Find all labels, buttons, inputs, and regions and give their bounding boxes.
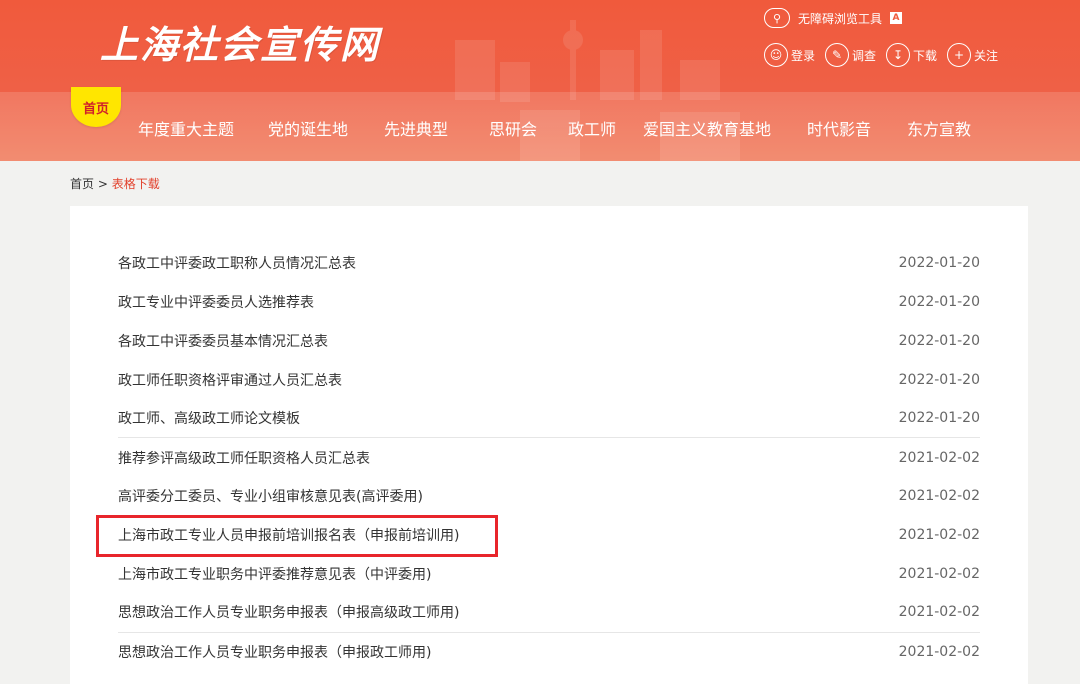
- plus-icon: +: [947, 43, 972, 67]
- nav-item-eastern-education[interactable]: 东方宣教: [907, 116, 971, 140]
- list-item: 各政工中评委政工职称人员情况汇总表 2022-01-20: [118, 244, 980, 282]
- accessibility-badge: A: [890, 12, 903, 24]
- list-item: 上海市政工专业职务中评委推荐意见表（中评委用) 2021-02-02: [118, 555, 980, 593]
- nav-item-era-media[interactable]: 时代影音: [807, 116, 871, 140]
- list-item-title[interactable]: 各政工中评委委员基本情况汇总表: [118, 331, 328, 351]
- survey-link[interactable]: ✎ 调查: [825, 43, 876, 67]
- download-list-panel: 各政工中评委政工职称人员情况汇总表 2022-01-20 政工专业中评委委员人选…: [70, 206, 1028, 684]
- utility-links: ☺ 登录 ✎ 调查 ↧ 下载 + 关注: [764, 43, 1002, 67]
- nav-item-political-worker[interactable]: 政工师: [568, 116, 616, 140]
- list-item-title[interactable]: 上海市政工专业职务中评委推荐意见表（中评委用): [118, 564, 431, 584]
- follow-label: 关注: [974, 48, 999, 63]
- download-icon: ↧: [886, 43, 911, 67]
- list-item-date: 2022-01-20: [898, 294, 980, 310]
- nav-item-annual-theme[interactable]: 年度重大主题: [138, 116, 234, 140]
- site-logo[interactable]: 上海社会宣传网: [100, 14, 380, 69]
- breadcrumb-home[interactable]: 首页: [70, 177, 94, 191]
- breadcrumb-separator: >: [97, 177, 108, 191]
- search-icon[interactable]: ⚲: [764, 8, 790, 28]
- nav-item-research-society[interactable]: 思研会: [489, 116, 537, 140]
- list-item-title[interactable]: 推荐参评高级政工师任职资格人员汇总表: [118, 448, 370, 468]
- list-item-date: 2021-02-02: [898, 566, 980, 582]
- list-item-date: 2021-02-02: [898, 450, 980, 466]
- list-item: 各政工中评委委员基本情况汇总表 2022-01-20: [118, 322, 980, 360]
- list-item-title[interactable]: 政工专业中评委委员人选推荐表: [118, 292, 314, 312]
- download-label: 下载: [913, 48, 938, 63]
- list-item-date: 2022-01-20: [898, 372, 980, 388]
- list-divider: [118, 437, 980, 438]
- list-item-title[interactable]: 思想政治工作人员专业职务申报表（申报政工师用): [118, 642, 431, 662]
- list-item: 思想政治工作人员专业职务申报表（申报政工师用) 2021-02-02: [118, 633, 980, 671]
- list-item-date: 2021-02-02: [898, 644, 980, 660]
- login-link[interactable]: ☺ 登录: [764, 43, 815, 67]
- list-item-title[interactable]: 政工师、高级政工师论文模板: [118, 408, 300, 428]
- list-item-date: 2021-02-02: [898, 527, 980, 543]
- highlight-annotation-box: [96, 515, 498, 557]
- list-item: 思想政治工作人员专业职务申报表（申报高级政工师用) 2021-02-02: [118, 593, 980, 631]
- nav-item-patriotic-base[interactable]: 爱国主义教育基地: [643, 116, 771, 140]
- list-item-date: 2022-01-20: [898, 410, 980, 426]
- accessibility-tool[interactable]: ⚲ 无障碍浏览工具 A: [764, 7, 903, 29]
- list-item: 政工专业中评委委员人选推荐表 2022-01-20: [118, 283, 980, 321]
- survey-label: 调查: [852, 48, 877, 63]
- accessibility-label[interactable]: 无障碍浏览工具: [798, 10, 882, 27]
- list-item-title[interactable]: 各政工中评委政工职称人员情况汇总表: [118, 253, 356, 273]
- list-item-date: 2021-02-02: [898, 604, 980, 620]
- user-icon: ☺: [764, 43, 788, 67]
- list-item-date: 2022-01-20: [898, 333, 980, 349]
- breadcrumb-current: 表格下载: [111, 177, 160, 191]
- list-item-date: 2022-01-20: [898, 255, 980, 271]
- list-item-title[interactable]: 思想政治工作人员专业职务申报表（申报高级政工师用): [118, 602, 459, 622]
- list-item: 政工师、高级政工师论文模板 2022-01-20: [118, 399, 980, 437]
- login-label: 登录: [791, 48, 816, 63]
- list-item-title[interactable]: 政工师任职资格评审通过人员汇总表: [118, 370, 342, 390]
- nav-item-party-birthplace[interactable]: 党的诞生地: [268, 116, 348, 140]
- list-item-date: 2021-02-02: [898, 488, 980, 504]
- list-item-title[interactable]: 高评委分工委员、专业小组审核意见表(高评委用): [118, 486, 423, 506]
- list-item: 推荐参评高级政工师任职资格人员汇总表 2021-02-02: [118, 439, 980, 477]
- list-item: 高评委分工委员、专业小组审核意见表(高评委用) 2021-02-02: [118, 477, 980, 515]
- download-link[interactable]: ↧ 下载: [886, 43, 937, 67]
- follow-link[interactable]: + 关注: [947, 43, 998, 67]
- survey-icon: ✎: [825, 43, 850, 67]
- nav-item-role-models[interactable]: 先进典型: [384, 116, 448, 140]
- breadcrumb: 首页 > 表格下载: [70, 175, 160, 192]
- list-item: 政工师任职资格评审通过人员汇总表 2022-01-20: [118, 361, 980, 399]
